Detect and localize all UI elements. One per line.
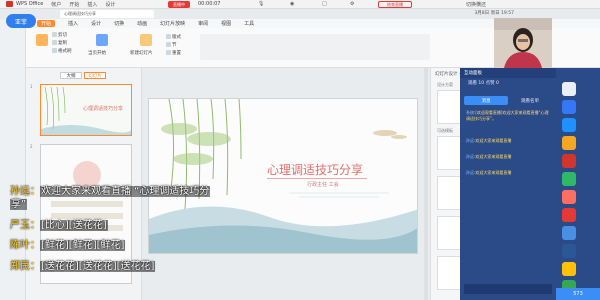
live-status-badge: 直播中: [168, 1, 190, 8]
dock-app-icon[interactable]: [562, 244, 576, 258]
ribbon-tab-animation[interactable]: 动画: [137, 20, 147, 27]
dock-app-icon[interactable]: [562, 136, 576, 150]
date-time: 3月8日 周日 19:57: [474, 11, 514, 16]
play-icon[interactable]: [96, 34, 108, 46]
from-current-button[interactable]: 当页开始: [88, 50, 106, 56]
ribbon-tab-start[interactable]: 开始: [37, 20, 56, 27]
danmaku-line: 孙远：欢迎大家来观看直播 “心理调适技巧分: [10, 186, 211, 197]
slide-subtitle[interactable]: 行政主任 工会: [307, 181, 339, 188]
danmaku-line: 郑民：[送花花][送花花][送花花]: [10, 261, 156, 272]
ribbon-tab-view[interactable]: 视图: [221, 20, 231, 27]
font-format-group[interactable]: [200, 34, 430, 60]
chat-message: 系统:[欢迎观看直播]欢迎大家来观看直播“心理调适技巧分享”。: [466, 110, 549, 121]
presenter-webcam: [494, 18, 552, 68]
presenter-video: [494, 18, 552, 68]
copy-icon: [52, 40, 57, 45]
end-live-button[interactable]: 结束直播: [378, 1, 412, 8]
wps-logo-icon: [6, 1, 13, 7]
paste-icon[interactable]: [36, 34, 48, 46]
settings-icon[interactable]: ⚙: [350, 1, 354, 7]
copy-button[interactable]: 复制: [52, 40, 67, 46]
app-name: WPS Office: [16, 1, 44, 7]
chat-stats: 观看 10 点赞 0: [468, 81, 499, 86]
title-underline: [267, 178, 367, 179]
dock-app-icon[interactable]: [562, 118, 576, 132]
brush-icon: [52, 48, 57, 53]
chat-message: 孙远:欢迎大家来观看直播: [466, 138, 512, 143]
dock-app-icon[interactable]: [562, 226, 576, 240]
cut-button[interactable]: 剪切: [52, 32, 67, 38]
thumb-number: 2: [30, 144, 33, 149]
mic-icon[interactable]: 🎙: [258, 1, 264, 7]
format-painter-button[interactable]: 格式刷: [52, 48, 72, 54]
chat-message: 孙远:欢迎大家来观看直播: [466, 154, 512, 159]
dock-app-icon[interactable]: [562, 82, 576, 96]
layout-icon: [166, 34, 171, 39]
ribbon-tab-slideshow[interactable]: 幻灯片放映: [160, 20, 185, 27]
ribbon-tab-review[interactable]: 审阅: [198, 20, 208, 27]
ribbon-tab-transition[interactable]: 切换: [114, 20, 124, 27]
live-chat-panel: 互动面板 观看 10 点赞 0 消息 观看名单 系统:[欢迎观看直播]欢迎大家来…: [460, 68, 556, 300]
document-tab-title: 心理调适技巧分享: [64, 11, 96, 16]
tab-viewer-list[interactable]: 观看名单: [508, 96, 552, 105]
wps-titlebar: WPS Office 帐户 开始 插入 设计: [0, 0, 600, 9]
section-button[interactable]: 节: [166, 42, 177, 48]
danmaku-line: 陈叶：[鲜花][鲜花][鲜花]: [10, 240, 126, 251]
tab-outline[interactable]: 大纲: [60, 72, 82, 79]
thumb-title: 心理调适技巧分享: [83, 106, 124, 112]
tab-slides[interactable]: 幻灯片: [84, 72, 106, 79]
menu-account[interactable]: 帐户: [51, 1, 61, 8]
dock-app-icon[interactable]: [562, 100, 576, 114]
menu-insert[interactable]: 插入: [87, 1, 97, 8]
danmaku-line: 享”: [10, 199, 28, 210]
slide-thumbnail-1[interactable]: 心理调适技巧分享: [40, 84, 132, 136]
dock-app-icon[interactable]: [562, 154, 576, 168]
screen-share-icon[interactable]: □: [322, 1, 327, 7]
app-dock: [556, 68, 600, 300]
current-slide[interactable]: 心理调适技巧分享 行政主任 工会: [148, 98, 418, 254]
chat-header: 互动面板: [460, 68, 556, 78]
design-scheme-label: 设计方案: [437, 82, 453, 87]
menu-start[interactable]: 开始: [69, 1, 79, 8]
bottom-counter: 573: [556, 288, 600, 300]
host-avatar-label[interactable]: 亚菲: [6, 14, 36, 28]
ribbon-tab-design[interactable]: 设计: [91, 20, 101, 27]
menu-design[interactable]: 设计: [105, 1, 115, 8]
live-timer: 00:00:07: [198, 1, 221, 7]
dock-app-icon[interactable]: [562, 262, 576, 276]
ribbon-tab-tools[interactable]: 工具: [244, 20, 254, 27]
dock-app-icon[interactable]: [562, 172, 576, 186]
document-tab[interactable]: 心理调适技巧分享: [60, 10, 154, 18]
ribbon-tab-insert[interactable]: 插入: [68, 20, 78, 27]
thumb-number: 1: [30, 84, 33, 89]
template-label: 可选模板: [437, 128, 453, 133]
chat-input[interactable]: [464, 284, 552, 294]
window-switch[interactable]: 切换横还: [466, 1, 486, 8]
new-slide-button[interactable]: 新建幻灯片: [130, 50, 153, 56]
dock-app-icon[interactable]: [562, 208, 576, 222]
new-slide-icon[interactable]: [140, 34, 152, 46]
reset-icon: [166, 50, 171, 55]
reset-button[interactable]: 重置: [166, 50, 181, 56]
section-icon: [166, 42, 171, 47]
layout-button[interactable]: 版式: [166, 34, 181, 40]
chat-message: 孙远:欢迎大家来观看直播: [466, 170, 512, 175]
tab-messages[interactable]: 消息: [464, 96, 508, 105]
chat-tabs: 消息 观看名单: [464, 96, 552, 105]
danmaku-line: 严玉：[比心][送花花]: [10, 220, 108, 231]
vertical-scrollbar[interactable]: [424, 68, 428, 300]
dock-app-icon[interactable]: [562, 190, 576, 204]
camera-icon[interactable]: ◉: [290, 1, 294, 7]
slide-title[interactable]: 心理调适技巧分享: [267, 161, 363, 178]
scissors-icon: [52, 32, 57, 37]
